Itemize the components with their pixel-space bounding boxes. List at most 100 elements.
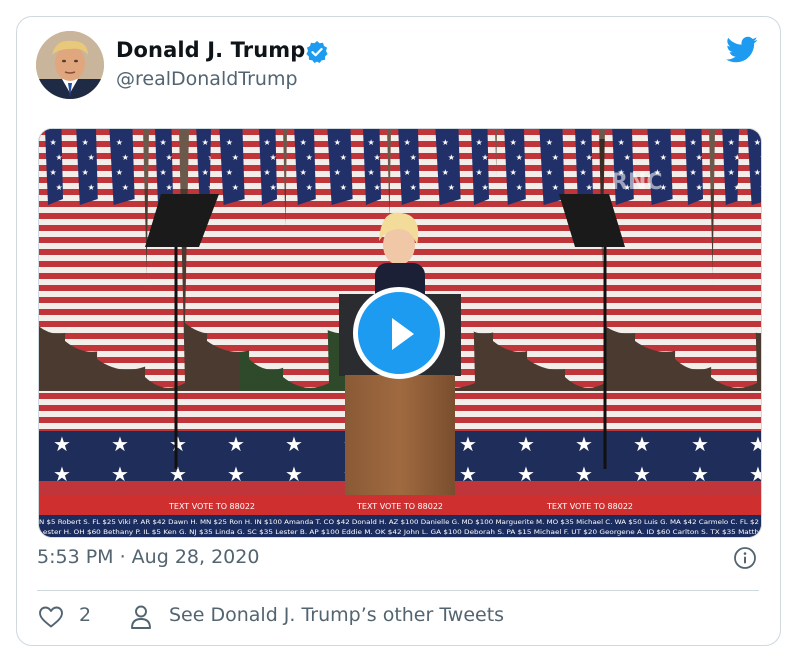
- svg-text:★: ★: [116, 168, 123, 177]
- svg-text:★: ★: [760, 183, 761, 192]
- verified-badge-icon: [305, 40, 329, 64]
- svg-text:★: ★: [516, 183, 523, 192]
- svg-text:★: ★: [334, 168, 341, 177]
- avatar[interactable]: [36, 31, 104, 99]
- svg-text:★: ★: [442, 168, 449, 177]
- american-flag: ★ ★ ★ ★: [735, 129, 761, 334]
- svg-text:★: ★: [448, 183, 455, 192]
- svg-text:★: ★: [516, 153, 523, 162]
- svg-text:★: ★: [660, 153, 667, 162]
- svg-text:★: ★: [728, 138, 735, 147]
- svg-text:★: ★: [270, 183, 277, 192]
- svg-text:★: ★: [270, 153, 277, 162]
- svg-text:★: ★: [690, 168, 697, 177]
- see-other-tweets-link[interactable]: See Donald J. Trump’s other Tweets: [169, 604, 504, 626]
- svg-text:★: ★: [264, 138, 271, 147]
- svg-text:★: ★: [306, 153, 313, 162]
- svg-text:★: ★: [754, 168, 761, 177]
- play-button[interactable]: [353, 287, 445, 379]
- svg-text:★: ★: [552, 183, 559, 192]
- svg-text:★: ★: [624, 153, 631, 162]
- svg-text:★: ★: [476, 138, 483, 147]
- svg-text:★: ★: [50, 138, 57, 147]
- american-flag: ★ ★ ★ ★: [675, 129, 715, 370]
- american-flag: ★ ★ ★ ★: [97, 129, 149, 370]
- svg-text:★: ★: [654, 138, 661, 147]
- svg-text:★: ★: [476, 168, 483, 177]
- svg-text:★: ★: [374, 183, 381, 192]
- svg-text:★: ★: [404, 138, 411, 147]
- american-flag: ★ ★ ★ ★: [565, 129, 605, 388]
- svg-text:★: ★: [56, 183, 63, 192]
- text-vote-banner: TEXT VOTE TO 88022: [356, 502, 443, 511]
- svg-text:★: ★: [232, 153, 239, 162]
- rnc-logo: RNC: [611, 170, 663, 195]
- svg-text:★: ★: [690, 138, 697, 147]
- svg-text:★: ★: [232, 183, 239, 192]
- heart-icon[interactable]: [38, 605, 64, 629]
- donor-ticker-row: N $5 Robert S. FL $25 Viki P. AR $42 Daw…: [39, 519, 759, 526]
- svg-text:★: ★: [88, 153, 95, 162]
- svg-text:★: ★: [160, 168, 167, 177]
- svg-text:★: ★: [334, 138, 341, 147]
- svg-text:★: ★: [552, 153, 559, 162]
- svg-text:★: ★: [340, 153, 347, 162]
- info-icon[interactable]: [733, 546, 757, 570]
- svg-text:★: ★: [546, 168, 553, 177]
- svg-text:★: ★: [586, 183, 593, 192]
- svg-text:★: ★: [50, 168, 57, 177]
- svg-text:★: ★: [116, 138, 123, 147]
- svg-text:★: ★: [202, 168, 209, 177]
- tweet-timestamp[interactable]: 5:53 PM · Aug 28, 2020: [37, 546, 259, 568]
- svg-text:★: ★: [754, 138, 761, 147]
- svg-text:★: ★: [166, 153, 173, 162]
- svg-text:★: ★: [546, 138, 553, 147]
- svg-text:★: ★: [760, 153, 761, 162]
- play-icon: [392, 318, 414, 350]
- svg-text:★: ★: [300, 138, 307, 147]
- svg-text:★: ★: [618, 138, 625, 147]
- svg-text:★: ★: [300, 168, 307, 177]
- author-handle[interactable]: @realDonaldTrump: [116, 68, 298, 90]
- svg-text:★: ★: [226, 138, 233, 147]
- svg-text:★: ★: [580, 138, 587, 147]
- svg-text:★: ★: [226, 168, 233, 177]
- svg-text:★: ★: [696, 183, 703, 192]
- svg-text:★: ★: [482, 183, 489, 192]
- author-name[interactable]: Donald J. Trump: [116, 38, 305, 62]
- svg-text:★: ★: [410, 183, 417, 192]
- svg-text:★: ★: [510, 168, 517, 177]
- svg-text:★: ★: [264, 168, 271, 177]
- svg-text:★: ★: [166, 183, 173, 192]
- svg-text:★: ★: [368, 168, 375, 177]
- svg-text:★: ★: [56, 153, 63, 162]
- text-vote-banner: TEXT VOTE TO 88022: [546, 502, 633, 511]
- svg-text:★: ★: [404, 168, 411, 177]
- svg-text:★: ★: [82, 138, 89, 147]
- svg-text:★: ★: [482, 153, 489, 162]
- svg-text:★: ★: [580, 168, 587, 177]
- twitter-bird-icon[interactable]: [726, 36, 758, 64]
- svg-text:★: ★: [160, 138, 167, 147]
- divider: [37, 590, 759, 591]
- svg-text:★: ★: [442, 138, 449, 147]
- like-count[interactable]: 2: [79, 604, 91, 626]
- svg-text:★: ★: [306, 183, 313, 192]
- american-flag: ★ ★ ★ ★: [145, 129, 185, 388]
- svg-text:★: ★: [448, 153, 455, 162]
- svg-text:★: ★: [202, 138, 209, 147]
- svg-text:★: ★: [122, 153, 129, 162]
- user-icon[interactable]: [130, 604, 152, 630]
- svg-text:★: ★: [586, 153, 593, 162]
- svg-text:★: ★: [82, 168, 89, 177]
- svg-text:★: ★: [696, 153, 703, 162]
- svg-text:★: ★: [374, 153, 381, 162]
- svg-text:★: ★: [728, 168, 735, 177]
- donor-ticker-row: Lester H. OH $60 Bethany P. IL $5 Ken G.…: [39, 529, 759, 536]
- text-vote-banner: TEXT VOTE TO 88022: [168, 502, 255, 511]
- svg-text:★: ★: [88, 183, 95, 192]
- svg-text:★: ★: [410, 153, 417, 162]
- svg-text:★: ★: [510, 138, 517, 147]
- american-flag: ★ ★ ★ ★: [249, 129, 289, 370]
- svg-text:★: ★: [340, 183, 347, 192]
